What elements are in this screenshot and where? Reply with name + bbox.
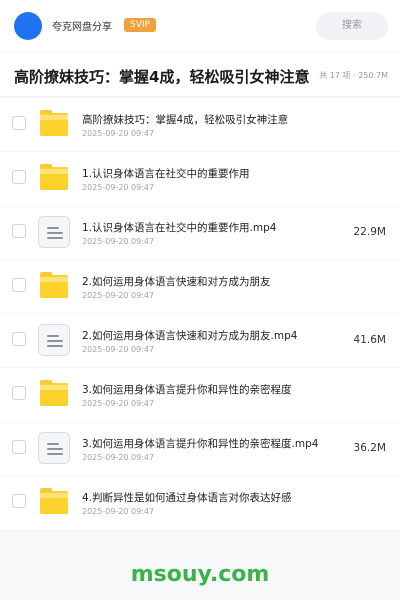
file-row[interactable]: 1.认识身体语言在社交中的重要作用.mp4 2025-09-20 09:47 22.… bbox=[0, 206, 400, 259]
video-file-icon bbox=[38, 324, 70, 356]
file-row[interactable]: 1.认识身体语言在社交中的重要作用 2025-09-20 09:47 bbox=[0, 152, 400, 205]
file-date: 2025-09-20 09:47 bbox=[82, 129, 155, 138]
folder-icon bbox=[38, 162, 70, 194]
folder-header: 高阶撩妹技巧：掌握4成，轻松吸引女神注意 共 17 项 · 250.7M bbox=[0, 53, 400, 97]
file-row[interactable]: 3.如何运用身体语言提升你和异性的亲密程度.mp4 2025-09-20 09:4… bbox=[0, 422, 400, 475]
file-name: 2.如何运用身体语言快速和对方成为朋友 bbox=[82, 276, 271, 288]
file-name: 3.如何运用身体语言提升你和异性的亲密程度 bbox=[82, 384, 292, 396]
video-file-icon bbox=[38, 216, 70, 248]
top-bar: 夸克网盘分享 SVIP 搜索 bbox=[0, 0, 400, 52]
file-date: 2025-09-20 09:47 bbox=[82, 291, 155, 300]
file-size: 22.9M bbox=[353, 226, 386, 238]
folder-icon bbox=[38, 486, 70, 518]
row-checkbox[interactable] bbox=[12, 494, 26, 508]
file-size: 36.2M bbox=[353, 442, 386, 454]
file-name: 3.如何运用身体语言提升你和异性的亲密程度.mp4 bbox=[82, 438, 319, 450]
file-date: 2025-09-20 09:47 bbox=[82, 345, 155, 354]
file-row[interactable]: 2.如何运用身体语言快速和对方成为朋友 2025-09-20 09:47 bbox=[0, 260, 400, 313]
folder-meta: 共 17 项 · 250.7M bbox=[319, 71, 388, 80]
row-checkbox[interactable] bbox=[12, 440, 26, 454]
folder-icon bbox=[38, 378, 70, 410]
row-checkbox[interactable] bbox=[12, 170, 26, 184]
file-date: 2025-09-20 09:47 bbox=[82, 183, 155, 192]
row-checkbox[interactable] bbox=[12, 332, 26, 346]
folder-icon bbox=[38, 108, 70, 140]
file-date: 2025-09-20 09:47 bbox=[82, 453, 155, 462]
file-name: 1.认识身体语言在社交中的重要作用 bbox=[82, 168, 250, 180]
search-button[interactable]: 搜索 bbox=[316, 12, 388, 40]
page-title: 高阶撩妹技巧：掌握4成，轻松吸引女神注意 bbox=[14, 68, 310, 86]
avatar[interactable] bbox=[14, 12, 42, 40]
file-name: 4.判断异性是如何通过身体语言对你表达好感 bbox=[82, 492, 292, 504]
vip-badge: SVIP bbox=[124, 18, 156, 32]
file-date: 2025-09-20 09:47 bbox=[82, 507, 155, 516]
row-checkbox[interactable] bbox=[12, 386, 26, 400]
file-row[interactable]: 4.判断异性是如何通过身体语言对你表达好感 2025-09-20 09:47 bbox=[0, 476, 400, 529]
file-date: 2025-09-20 09:47 bbox=[82, 399, 155, 408]
file-row[interactable]: 3.如何运用身体语言提升你和异性的亲密程度 2025-09-20 09:47 bbox=[0, 368, 400, 421]
folder-icon bbox=[38, 270, 70, 302]
file-row[interactable]: 高阶撩妹技巧：掌握4成，轻松吸引女神注意 2025-09-20 09:47 bbox=[0, 98, 400, 151]
row-checkbox[interactable] bbox=[12, 116, 26, 130]
row-checkbox[interactable] bbox=[12, 224, 26, 238]
app-title: 夸克网盘分享 bbox=[52, 22, 112, 33]
file-date: 2025-09-20 09:47 bbox=[82, 237, 155, 246]
file-name: 2.如何运用身体语言快速和对方成为朋友.mp4 bbox=[82, 330, 298, 342]
file-list: 高阶撩妹技巧：掌握4成，轻松吸引女神注意 2025-09-20 09:47 1.认识… bbox=[0, 98, 400, 530]
file-size: 41.6M bbox=[353, 334, 386, 346]
file-name: 1.认识身体语言在社交中的重要作用.mp4 bbox=[82, 222, 277, 234]
file-row[interactable]: 2.如何运用身体语言快速和对方成为朋友.mp4 2025-09-20 09:47 4… bbox=[0, 314, 400, 367]
file-name: 高阶撩妹技巧：掌握4成，轻松吸引女神注意 bbox=[82, 114, 289, 126]
watermark: msouy.com bbox=[130, 562, 270, 587]
row-checkbox[interactable] bbox=[12, 278, 26, 292]
video-file-icon bbox=[38, 432, 70, 464]
